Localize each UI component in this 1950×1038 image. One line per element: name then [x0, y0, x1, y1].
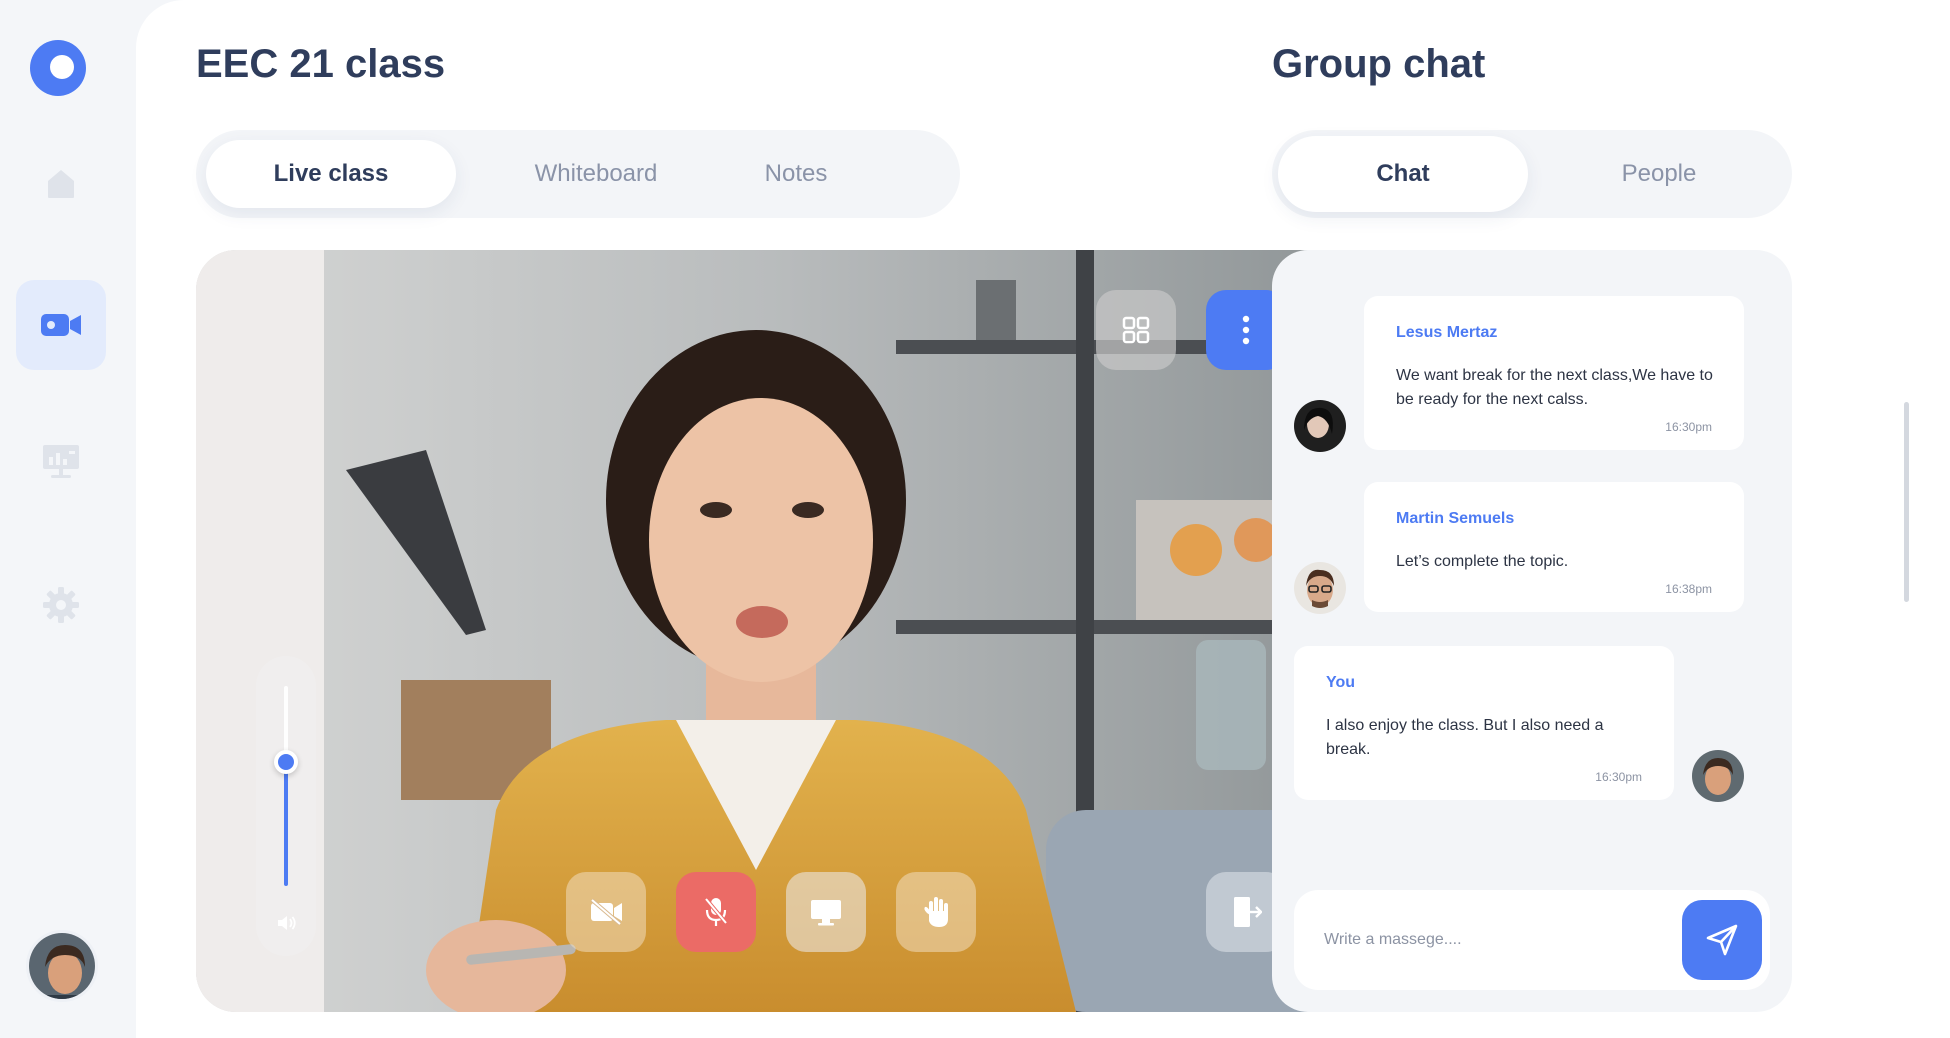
grid-view-icon: [1122, 316, 1150, 344]
volume-fill: [284, 762, 288, 886]
live-video-feed: [196, 250, 1346, 1012]
camera-off-icon: [590, 898, 622, 926]
screen-share-icon: [811, 900, 841, 926]
gear-icon: [43, 587, 79, 623]
page-title: EEC 21 class: [196, 42, 446, 86]
grid-view-button[interactable]: [1096, 290, 1176, 370]
message-text: Let’s complete the topic.: [1396, 553, 1569, 570]
avatar: [1294, 562, 1346, 614]
send-button[interactable]: [1682, 900, 1762, 980]
chat-message: Lesus Mertaz We want break for the next …: [1364, 296, 1744, 450]
tab-notes[interactable]: Notes: [706, 140, 886, 208]
message-text: I also enjoy the class. But I also need …: [1326, 717, 1604, 758]
chat-title: Group chat: [1272, 42, 1486, 86]
user-avatar[interactable]: [26, 930, 98, 1002]
camera-toggle-button[interactable]: [566, 872, 646, 952]
sidebar-item-home[interactable]: [16, 138, 106, 228]
volume-slider[interactable]: [256, 656, 316, 956]
avatar: [1692, 750, 1744, 802]
video-camera-icon: [41, 314, 81, 336]
screen-share-button[interactable]: [786, 872, 866, 952]
presentation-board-icon: [43, 445, 79, 478]
volume-track[interactable]: [284, 686, 288, 886]
sidebar-item-live-video[interactable]: [16, 280, 106, 370]
avatar: [1294, 400, 1346, 452]
video-frame: [196, 250, 1346, 1012]
volume-knob[interactable]: [274, 750, 298, 774]
tab-live-class[interactable]: Live class: [206, 140, 456, 208]
send-icon: [1706, 924, 1738, 956]
app-logo[interactable]: [30, 40, 86, 96]
sidebar: [0, 0, 136, 1038]
chat-tabs: Chat People: [1272, 130, 1792, 218]
class-tabs: Live class Whiteboard Notes: [196, 130, 960, 218]
sidebar-item-presentation[interactable]: [16, 416, 106, 506]
message-author: Lesus Mertaz: [1396, 324, 1498, 341]
tab-people[interactable]: People: [1534, 136, 1784, 212]
mic-muted-icon: [704, 897, 728, 926]
chat-message: Martin Semuels Let’s complete the topic.…: [1364, 482, 1744, 612]
message-time: 16:30pm: [1595, 770, 1642, 784]
message-author: Martin Semuels: [1396, 510, 1515, 527]
sidebar-item-settings[interactable]: [16, 560, 106, 650]
message-time: 16:38pm: [1665, 582, 1712, 596]
message-time: 16:30pm: [1665, 420, 1712, 434]
chat-panel: Lesus Mertaz We want break for the next …: [1272, 250, 1792, 1012]
message-input[interactable]: [1324, 922, 1654, 958]
leave-door-icon: [1234, 897, 1262, 927]
chat-message-own: You I also enjoy the class. But I also n…: [1294, 646, 1674, 800]
raise-hand-icon: [924, 897, 948, 927]
chat-scrollbar[interactable]: [1904, 402, 1909, 602]
message-text: We want break for the next class,We have…: [1396, 367, 1713, 408]
home-icon: [48, 170, 74, 198]
raise-hand-button[interactable]: [896, 872, 976, 952]
tab-whiteboard[interactable]: Whiteboard: [496, 140, 696, 208]
more-vertical-icon: [1242, 315, 1250, 345]
message-composer: [1294, 890, 1770, 990]
tab-chat[interactable]: Chat: [1278, 136, 1528, 212]
microphone-toggle-button[interactable]: [676, 872, 756, 952]
speaker-icon: [278, 916, 296, 930]
message-author: You: [1326, 674, 1356, 691]
